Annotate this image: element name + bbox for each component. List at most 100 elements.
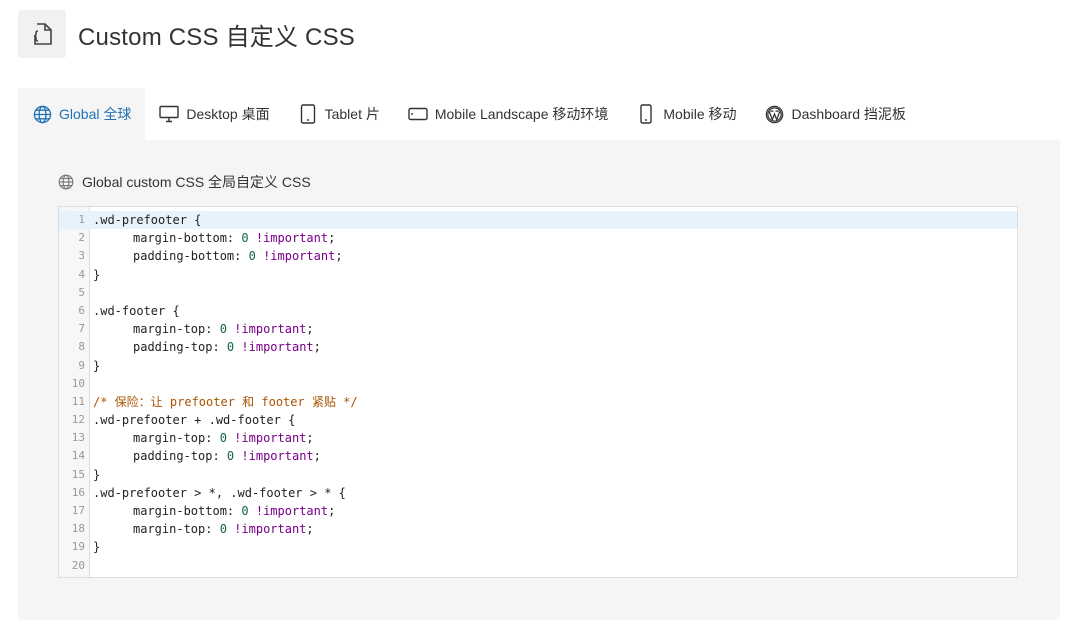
css-semicolon: ;	[328, 231, 336, 246]
code-text: .wd-footer {	[93, 303, 180, 318]
css-property: margin-bottom:	[133, 504, 242, 518]
code-text: padding-bottom: 0 !important;	[93, 247, 343, 265]
code-text: margin-top: 0 !important;	[93, 520, 314, 538]
tab-mobile-landscape[interactable]: Mobile Landscape 移动环境	[394, 88, 623, 140]
tab-dashboard[interactable]: Dashboard 挡泥板	[751, 88, 920, 140]
code-line[interactable]: 13 margin-top: 0 !important;	[59, 429, 1017, 447]
code-line[interactable]: 2 margin-bottom: 0 !important;	[59, 229, 1017, 247]
css-value: 0	[241, 504, 249, 518]
css-semicolon: ;	[313, 340, 321, 355]
tab-label: Global 全球	[59, 106, 132, 122]
code-text: }	[93, 540, 101, 555]
css-value: 0	[219, 431, 227, 446]
css-important: !important	[234, 431, 307, 446]
css-semicolon: ;	[313, 449, 321, 464]
css-property: margin-top:	[133, 322, 220, 337]
page-header: Custom CSS 自定义 CSS	[18, 10, 355, 58]
css-value: 0	[248, 249, 256, 264]
css-property: padding-top:	[133, 340, 227, 355]
code-text: }	[93, 267, 101, 282]
code-line[interactable]: 9}	[59, 357, 1017, 375]
line-number: 10	[71, 376, 85, 390]
code-line[interactable]: 16 .wd-prefooter > *, .wd-footer > * {	[59, 484, 1017, 502]
css-semicolon: ;	[306, 322, 314, 337]
line-number: 8	[78, 340, 85, 354]
css-value: 0	[219, 322, 227, 337]
css-semicolon: ;	[306, 431, 314, 446]
css-property: padding-bottom:	[133, 249, 249, 264]
css-important: !important	[263, 249, 336, 264]
css-property: padding-top:	[133, 449, 227, 464]
tab-label: Mobile Landscape 移动环境	[434, 106, 609, 122]
code-line[interactable]: 4}	[59, 266, 1017, 284]
css-important: !important	[255, 231, 329, 246]
code-line[interactable]: 3 padding-bottom: 0 !important;	[59, 247, 1017, 265]
tab-label: Mobile 移动	[663, 106, 737, 122]
code-text: margin-bottom: 0 !important;	[93, 229, 335, 247]
line-number: 19	[71, 540, 85, 554]
line-number: 18	[71, 522, 85, 536]
globe-icon	[58, 174, 74, 190]
mobile-icon	[636, 104, 656, 124]
css-important: !important	[234, 322, 307, 337]
tab-tablet[interactable]: Tablet 片	[284, 88, 394, 140]
code-line[interactable]: 14 padding-top: 0 !important;	[59, 447, 1017, 465]
tab-label: Dashboard 挡泥板	[791, 106, 906, 122]
code-line[interactable]: 17 margin-bottom: 0 !important;	[59, 502, 1017, 520]
tab-bar: Global 全球 Desktop 桌面 Tablet 片 Mobile Lan…	[18, 88, 920, 140]
line-number: 1	[78, 213, 85, 226]
code-line[interactable]: 12 .wd-prefooter + .wd-footer {	[59, 411, 1017, 429]
css-important: !important	[241, 449, 314, 464]
section-title: Global custom CSS 全局自定义 CSS	[58, 172, 311, 192]
line-number: 9	[78, 358, 85, 372]
css-important: !important	[255, 504, 329, 518]
mobile-landscape-icon	[408, 104, 428, 124]
code-line[interactable]: 15}	[59, 466, 1017, 484]
code-comment: /* 保险：让 prefooter 和 footer 紧贴 */	[93, 394, 358, 409]
code-lines: 1 .wd-prefooter { 2 margin-bottom: 0 !impor…	[59, 211, 1017, 575]
tab-desktop[interactable]: Desktop 桌面	[145, 88, 283, 140]
code-line[interactable]: 5	[59, 284, 1017, 302]
code-line[interactable]: 11 /* 保险：让 prefooter 和 footer 紧贴 */	[59, 393, 1017, 411]
globe-icon	[32, 104, 52, 124]
line-number: 11	[71, 394, 85, 408]
file-code-icon	[18, 10, 66, 58]
line-number: 16	[71, 485, 85, 499]
line-number: 12	[71, 413, 85, 427]
line-number: 15	[71, 467, 85, 481]
css-important: !important	[234, 522, 307, 537]
tab-label: Tablet 片	[324, 106, 380, 122]
line-number: 3	[78, 249, 85, 263]
css-property: margin-top:	[133, 431, 220, 446]
tab-label: Desktop 桌面	[186, 106, 270, 122]
code-line[interactable]: 20	[59, 557, 1017, 575]
code-text: /* 保险：让 prefooter 和 footer 紧贴 */	[93, 393, 358, 411]
code-text: margin-bottom: 0 !important;	[93, 502, 335, 520]
tab-global[interactable]: Global 全球	[18, 88, 146, 140]
code-text: margin-top: 0 !important;	[93, 320, 314, 338]
css-code-editor[interactable]: 1 .wd-prefooter { 2 margin-bottom: 0 !impor…	[58, 206, 1018, 578]
code-line[interactable]: 6 .wd-footer {	[59, 302, 1017, 320]
code-line[interactable]: 10	[59, 375, 1017, 393]
code-line[interactable]: 18 margin-top: 0 !important;	[59, 520, 1017, 538]
code-line[interactable]: 19}	[59, 538, 1017, 556]
section-title-label: Global custom CSS 全局自定义 CSS	[82, 174, 311, 190]
line-number: 4	[78, 267, 85, 281]
code-text: padding-top: 0 !important;	[93, 338, 321, 356]
css-value: 0	[241, 231, 249, 246]
tab-mobile[interactable]: Mobile 移动	[622, 88, 750, 140]
code-text: }	[93, 358, 101, 373]
code-line[interactable]: 1 .wd-prefooter {	[59, 211, 1017, 230]
settings-panel: Global custom CSS 全局自定义 CSS 1 .wd-prefoot…	[18, 140, 1060, 620]
css-property: margin-bottom:	[133, 231, 242, 246]
code-text: .wd-prefooter > *, .wd-footer > * {	[93, 485, 346, 500]
line-number: 7	[78, 322, 85, 336]
css-value: 0	[226, 449, 235, 464]
code-line[interactable]: 7 margin-top: 0 !important;	[59, 320, 1017, 338]
code-text: .wd-prefooter {	[93, 213, 202, 227]
css-important: !important	[241, 340, 314, 355]
tablet-icon	[298, 104, 318, 124]
code-line[interactable]: 8 padding-top: 0 !important;	[59, 338, 1017, 356]
line-number: 2	[78, 231, 85, 245]
css-value: 0	[219, 522, 227, 537]
